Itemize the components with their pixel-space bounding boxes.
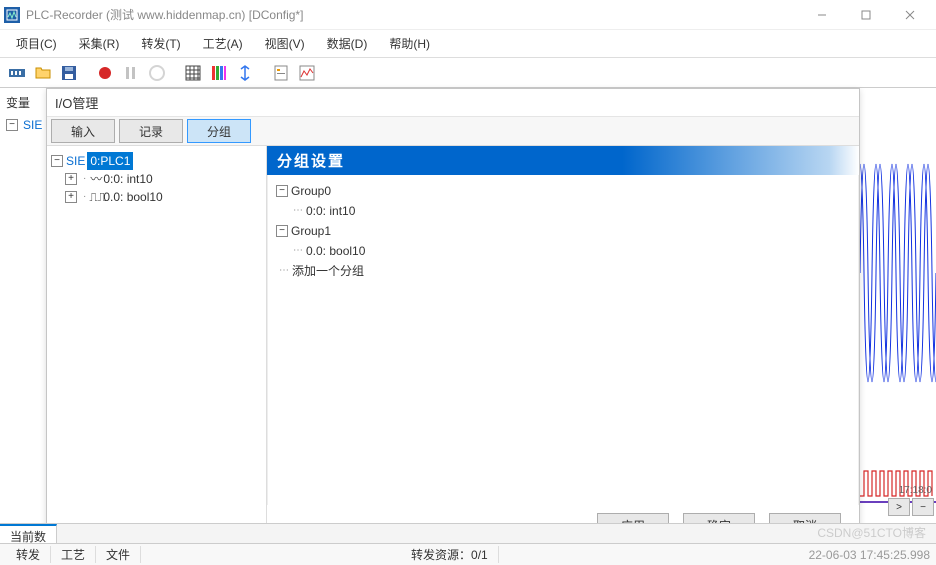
menu-forward[interactable]: 转发(T) <box>131 31 190 56</box>
save-icon[interactable] <box>58 62 80 84</box>
menu-project[interactable]: 项目(C) <box>6 31 67 56</box>
tree-root-sie[interactable]: SIE <box>66 152 85 170</box>
add-group-node[interactable]: 添加一个分组 <box>292 262 364 280</box>
grid-icon[interactable] <box>182 62 204 84</box>
tree-dash-icon: · <box>83 188 86 206</box>
collapse-icon[interactable]: − <box>276 225 288 237</box>
tab-group[interactable]: 分组 <box>187 119 251 143</box>
collapse-icon[interactable]: − <box>51 155 63 167</box>
status-forward[interactable]: 转发 <box>6 546 51 563</box>
group0-item[interactable]: 0:0: int10 <box>306 202 355 220</box>
expand-icon[interactable]: − <box>6 119 18 131</box>
menu-view[interactable]: 视图(V) <box>255 31 315 56</box>
square-icon: ⎍⎍ <box>89 188 103 206</box>
leaf-icon: ⋯ <box>279 262 289 280</box>
report-icon[interactable] <box>270 62 292 84</box>
app-icon <box>4 7 20 23</box>
tree-dash-icon: · <box>83 170 86 188</box>
close-button[interactable] <box>888 0 932 30</box>
status-timestamp: 22-06-03 17:45:25.998 <box>809 548 930 562</box>
sidebar-tree[interactable]: − SIE <box>6 118 42 132</box>
status-bar: 转发 工艺 文件 转发资源：0/1 22-06-03 17:45:25.998 <box>0 543 936 565</box>
group-tree[interactable]: − Group0 ⋯ 0:0: int10 − Group1 <box>267 175 859 505</box>
io-management-dialog: I/O管理 输入 记录 分组 − SIE 0:PLC1 + · 〰 <box>46 88 860 548</box>
menu-tech[interactable]: 工艺(A) <box>193 31 253 56</box>
open-icon[interactable] <box>32 62 54 84</box>
dialog-title: I/O管理 <box>47 89 859 117</box>
chart-minus-button[interactable]: − <box>912 498 934 516</box>
leaf-icon: ⋯ <box>293 242 303 260</box>
chart-area: 17:18:0 > − <box>860 88 936 518</box>
menubar: 项目(C) 采集(R) 转发(T) 工艺(A) 视图(V) 数据(D) 帮助(H… <box>0 30 936 58</box>
tree-node-bool10[interactable]: 0.0: bool10 <box>103 188 162 206</box>
tree-node-int10[interactable]: 0:0: int10 <box>103 170 152 188</box>
tab-current-data[interactable]: 当前数 <box>0 524 57 543</box>
record-icon[interactable] <box>94 62 116 84</box>
status-file[interactable]: 文件 <box>96 546 141 563</box>
group-settings-header: 分组设置 <box>267 146 859 175</box>
group1-node[interactable]: Group1 <box>291 222 331 240</box>
stop-icon[interactable] <box>146 62 168 84</box>
stretch-icon[interactable] <box>234 62 256 84</box>
menu-help[interactable]: 帮助(H) <box>379 31 440 56</box>
palette-icon[interactable] <box>208 62 230 84</box>
group0-node[interactable]: Group0 <box>291 182 331 200</box>
bottom-tabs: 当前数 <box>0 523 936 543</box>
maximize-button[interactable] <box>844 0 888 30</box>
sidebar-root[interactable]: SIE <box>23 118 42 132</box>
chart-time-label: 17:18:0 <box>899 485 932 496</box>
sine-wave <box>860 88 936 458</box>
status-forward-source: 转发资源：0/1 <box>401 546 499 563</box>
sine-icon: 〰 <box>89 170 103 188</box>
tab-record[interactable]: 记录 <box>119 119 183 143</box>
pause-icon[interactable] <box>120 62 142 84</box>
menu-capture[interactable]: 采集(R) <box>69 31 130 56</box>
expand-icon[interactable]: + <box>65 191 77 203</box>
device-tree[interactable]: − SIE 0:PLC1 + · 〰 0:0: int10 + · <box>47 146 267 526</box>
leaf-icon: ⋯ <box>293 202 303 220</box>
collapse-icon[interactable]: − <box>276 185 288 197</box>
watermark: CSDN@51CTO博客 <box>817 524 926 541</box>
expand-icon[interactable]: + <box>65 173 77 185</box>
chart-nav-button[interactable]: > <box>888 498 910 516</box>
config-icon[interactable] <box>6 62 28 84</box>
status-tech[interactable]: 工艺 <box>51 546 96 563</box>
group1-item[interactable]: 0.0: bool10 <box>306 242 365 260</box>
window-title: PLC-Recorder (测试 www.hiddenmap.cn) [DCon… <box>26 6 800 23</box>
tree-node-plc[interactable]: 0:PLC1 <box>87 152 133 170</box>
toolbar <box>0 58 936 88</box>
chart-icon[interactable] <box>296 62 318 84</box>
tab-input[interactable]: 输入 <box>51 119 115 143</box>
minimize-button[interactable] <box>800 0 844 30</box>
sidebar-label: 变量 <box>6 94 30 111</box>
menu-data[interactable]: 数据(D) <box>317 31 378 56</box>
